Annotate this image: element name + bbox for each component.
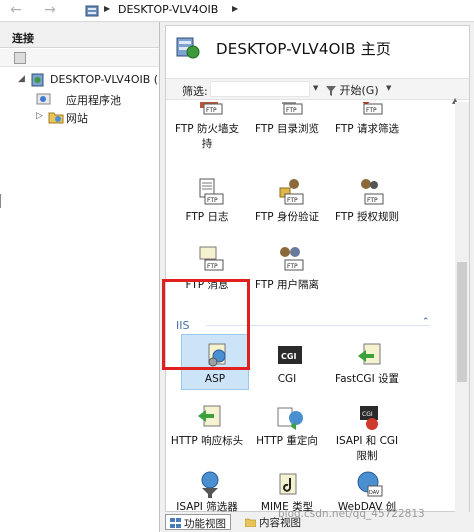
tree-item-label: 网站 xyxy=(66,112,88,125)
cgi-icon: CGI xyxy=(278,346,302,364)
feature-ftp-authentication[interactable]: FTP FTP 身份验证 xyxy=(250,178,322,248)
feature-label: ASP xyxy=(204,373,226,385)
feature-http-response-headers[interactable]: HTTP 响应标头 xyxy=(170,404,244,474)
feature-mime-types[interactable]: MIME 类型 xyxy=(250,470,322,512)
connections-toolbar xyxy=(0,49,159,67)
feature-fastcgi[interactable]: FastCGI 设置 xyxy=(330,342,402,412)
breadcrumb-server[interactable]: DESKTOP-VLV4OIB xyxy=(118,3,218,16)
ftp-firewall-icon: FTP xyxy=(200,102,223,115)
svg-text:CGI: CGI xyxy=(281,352,296,361)
ftp-messages-icon: FTP xyxy=(199,246,224,271)
webdav-icon: DAV xyxy=(357,471,383,497)
filter-dropdown-icon[interactable]: ▼ xyxy=(313,84,318,92)
features-content: DESKTOP-VLV4OIB 主页 筛选: ▼ 开始(G) ▼ ▲ FTP F… xyxy=(165,25,470,512)
http-redirect-icon xyxy=(277,407,303,430)
feature-ftp-user-isolation[interactable]: FTP FTP 用户隔离 xyxy=(250,246,322,316)
isapi-cgi-restrictions-icon: CGI xyxy=(360,406,378,430)
svg-text:CGI: CGI xyxy=(362,411,373,418)
feature-label: FTP 授权规则 xyxy=(335,211,399,223)
filter-input[interactable] xyxy=(210,81,310,97)
collapse-icon[interactable]: ◢ xyxy=(18,74,25,84)
feature-label: FTP 防火墙支持 xyxy=(175,123,239,150)
feature-label: FTP 用户隔离 xyxy=(255,279,319,291)
section-collapse-icon[interactable]: ⌃ xyxy=(422,317,430,327)
features-view-icon xyxy=(170,518,181,528)
forward-button[interactable]: → xyxy=(40,1,60,21)
vertical-scrollbar[interactable] xyxy=(455,102,469,512)
feature-isapi-filters[interactable]: ISAPI 筛选器 xyxy=(170,470,242,512)
feature-label: ISAPI 和 CGI 限制 xyxy=(335,435,399,462)
feature-label: CGI xyxy=(277,373,297,385)
app-pool-icon xyxy=(36,93,51,105)
watermark-text: blog.csdn.net/qq_45722813 xyxy=(278,508,425,520)
filter-label: 筛选: xyxy=(182,85,208,98)
back-button[interactable]: ← xyxy=(6,1,26,21)
isapi-filters-icon xyxy=(201,471,219,498)
go-button-label: 开始(G) xyxy=(339,84,379,97)
connections-header: 连接 xyxy=(0,22,159,48)
mime-types-icon xyxy=(279,473,297,495)
feature-ftp-authorization[interactable]: FTP FTP 授权规则 xyxy=(330,178,402,248)
svg-text:FTP: FTP xyxy=(367,197,378,204)
feature-label: HTTP 响应标头 xyxy=(170,435,244,447)
tab-label: 功能视图 xyxy=(184,518,226,530)
server-home-icon xyxy=(176,37,200,59)
annotation-highlight-box xyxy=(162,279,250,370)
ftp-authorization-icon: FTP xyxy=(361,179,384,205)
svg-text:DAV: DAV xyxy=(369,490,380,496)
feature-webdav[interactable]: DAV WebDAV 创 xyxy=(330,470,402,512)
filter-bar: 筛选: ▼ 开始(G) ▼ xyxy=(166,78,469,100)
sites-folder-icon xyxy=(48,112,64,124)
fastcgi-icon xyxy=(358,343,381,365)
feature-cgi[interactable]: CGI CGI xyxy=(250,342,322,398)
feature-ftp-request-filtering[interactable]: FTP FTP 请求筛选 xyxy=(330,102,402,166)
go-dropdown-icon[interactable]: ▼ xyxy=(386,84,391,92)
feature-label: FTP 请求筛选 xyxy=(335,123,399,135)
server-icon xyxy=(85,5,99,17)
http-response-headers-icon xyxy=(198,405,221,427)
page-title: DESKTOP-VLV4OIB 主页 xyxy=(216,40,392,58)
feature-label: FTP 身份验证 xyxy=(255,211,319,223)
content-view-icon xyxy=(245,518,256,527)
feature-label: FTP 目录浏览 xyxy=(255,123,319,135)
feature-label: HTTP 重定向 xyxy=(256,435,318,447)
svg-text:FTP: FTP xyxy=(287,197,298,204)
svg-text:FTP: FTP xyxy=(286,107,297,114)
scrollbar-thumb[interactable] xyxy=(457,262,467,382)
address-bar: ← → ▶ DESKTOP-VLV4OIB ▶ xyxy=(0,0,474,22)
ftp-request-filtering-icon: FTP xyxy=(362,102,383,115)
ftp-logging-icon: FTP xyxy=(199,178,224,205)
funnel-icon xyxy=(326,86,336,96)
feature-ftp-logging[interactable]: FTP FTP 日志 xyxy=(170,178,242,248)
main-pane: DESKTOP-VLV4OIB 主页 筛选: ▼ 开始(G) ▼ ▲ FTP F… xyxy=(161,22,474,532)
save-connection-icon[interactable] xyxy=(14,52,26,64)
svg-text:FTP: FTP xyxy=(366,107,377,114)
feature-isapi-cgi-restrictions[interactable]: CGI ISAPI 和 CGI 限制 xyxy=(330,404,402,474)
svg-text:FTP: FTP xyxy=(207,197,218,204)
ftp-directory-browsing-icon: FTP xyxy=(282,102,303,115)
breadcrumb-separator-icon: ▶ xyxy=(104,4,111,13)
page-header: DESKTOP-VLV4OIB 主页 xyxy=(166,26,469,70)
ftp-authentication-icon: FTP xyxy=(279,179,304,205)
svg-text:FTP: FTP xyxy=(287,263,298,270)
feature-ftp-firewall[interactable]: FTP FTP 防火墙支持 xyxy=(170,102,242,166)
connections-pane: 连接 ◢ DESKTOP-VLV4OIB ( 应用程序池 ▷ 网站 xyxy=(0,22,160,532)
breadcrumb-separator-icon[interactable]: ▶ xyxy=(232,4,238,13)
svg-text:FTP: FTP xyxy=(207,263,218,270)
feature-http-redirect[interactable]: HTTP 重定向 xyxy=(250,404,322,474)
go-button[interactable]: 开始(G) xyxy=(326,82,379,98)
expand-icon[interactable]: ▷ xyxy=(36,111,43,121)
feature-ftp-directory-browsing[interactable]: FTP FTP 目录浏览 xyxy=(250,102,322,166)
feature-label: ISAPI 筛选器 xyxy=(176,501,238,512)
svg-text:FTP: FTP xyxy=(206,107,217,114)
tab-features-view[interactable]: 功能视图 xyxy=(165,514,231,530)
ftp-user-isolation-icon: FTP xyxy=(280,247,304,271)
tree-item-label: DESKTOP-VLV4OIB ( xyxy=(50,73,159,86)
tree-item-label: 应用程序池 xyxy=(66,94,121,107)
splitter-handle[interactable] xyxy=(0,194,6,208)
feature-label: FastCGI 设置 xyxy=(335,373,399,385)
server-icon xyxy=(31,73,44,87)
feature-label: FTP 日志 xyxy=(185,211,229,223)
